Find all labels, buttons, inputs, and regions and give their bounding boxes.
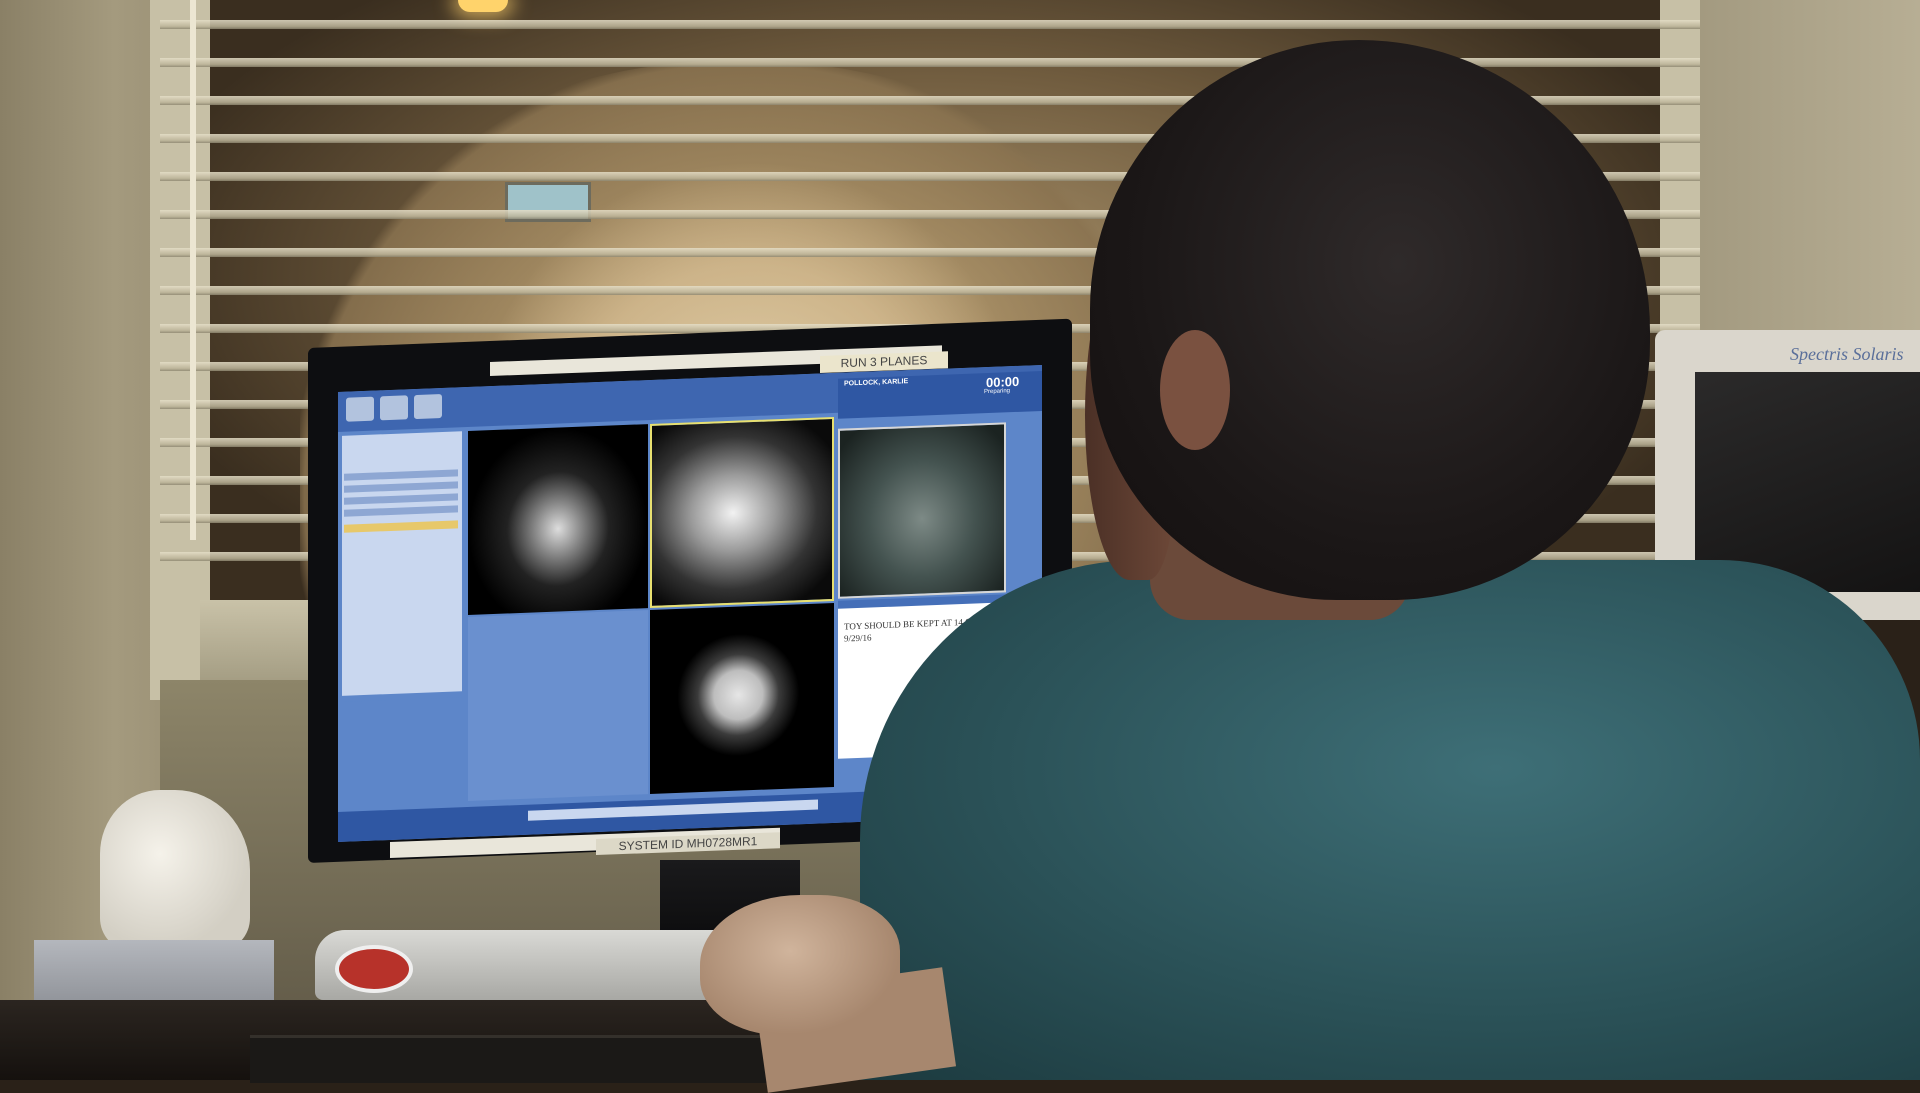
- tissue: [100, 790, 250, 950]
- exam-icon[interactable]: [380, 395, 408, 421]
- side-monitor-brand: Spectris Solaris: [1790, 344, 1904, 364]
- blind-cord: [190, 0, 196, 540]
- scan-parameters-panel: [468, 610, 648, 802]
- mri-coronal-image[interactable]: [468, 424, 648, 616]
- patient-icon[interactable]: [346, 396, 374, 422]
- tools-icon[interactable]: [414, 394, 442, 420]
- keyboard[interactable]: [250, 1035, 790, 1083]
- technologist-hand: [700, 895, 900, 1035]
- window-blind-slat: [160, 58, 1720, 67]
- mri-realtime-image[interactable]: [838, 422, 1006, 599]
- window-blind-slat: [160, 20, 1720, 29]
- controller-logo: [335, 945, 413, 993]
- mri-axial-image[interactable]: [650, 602, 834, 795]
- ceiling-light: [458, 0, 508, 12]
- technologist-shirt: [860, 560, 1920, 1080]
- side-monitor-screen: [1695, 372, 1920, 592]
- scan-status: Preparing: [984, 388, 1011, 396]
- technologist-ear: [1160, 330, 1230, 450]
- mri-sagittal-image[interactable]: [650, 416, 834, 609]
